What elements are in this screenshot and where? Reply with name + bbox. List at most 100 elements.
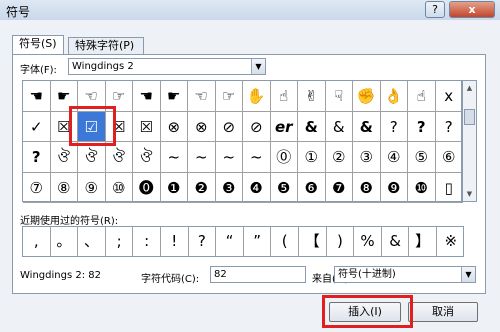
symbol-cell[interactable]: ❿	[408, 172, 436, 203]
symbol-cell[interactable]: ❷	[188, 172, 216, 203]
symbol-cell[interactable]: ⓿	[133, 172, 161, 203]
char-code-input[interactable]: 82	[210, 266, 306, 283]
recent-symbol[interactable]: 。	[51, 227, 79, 256]
recent-symbol[interactable]: (	[271, 227, 299, 256]
highlight-box	[69, 106, 116, 146]
symbol-cell[interactable]: ❽	[353, 172, 381, 203]
dialog-title: 符号	[6, 5, 31, 19]
help-button[interactable]: ?	[425, 1, 445, 18]
symbol-cell[interactable]: ঔ	[78, 142, 106, 173]
symbol-cell[interactable]: ⊗	[160, 111, 188, 142]
symbol-cell[interactable]: ~	[215, 142, 243, 173]
recent-symbol[interactable]: “	[216, 227, 244, 256]
from-value: 符号(十进制)	[338, 269, 396, 280]
symbol-cell[interactable]: ❸	[215, 172, 243, 203]
symbol-cell[interactable]: ①	[298, 142, 326, 173]
symbol-cell[interactable]: ⊘	[243, 111, 271, 142]
recent-symbol[interactable]: :	[133, 227, 161, 256]
symbol-cell[interactable]: ▯	[435, 172, 463, 203]
scroll-thumb[interactable]	[464, 109, 475, 125]
recent-symbol[interactable]: !	[161, 227, 189, 256]
symbol-cell[interactable]: ✊	[353, 81, 381, 112]
symbol-cell[interactable]: ⑤	[408, 142, 436, 173]
symbol-cell[interactable]: ⊘	[215, 111, 243, 142]
symbol-cell[interactable]: ❺	[270, 172, 298, 203]
symbol-cell[interactable]: ?	[23, 142, 51, 173]
symbol-cell[interactable]: ❻	[298, 172, 326, 203]
symbol-cell[interactable]: ☟	[325, 81, 353, 112]
symbol-cell[interactable]: ✓	[23, 111, 51, 142]
symbol-cell[interactable]: 👌	[380, 81, 408, 112]
symbol-cell[interactable]: &	[353, 111, 381, 142]
char-code-value: 82	[214, 269, 227, 280]
symbol-cell[interactable]: ☚	[133, 81, 161, 112]
symbol-cell[interactable]: ⑩	[105, 172, 133, 203]
recent-symbol[interactable]: &	[382, 227, 410, 256]
symbol-cell[interactable]: ④	[380, 142, 408, 173]
close-button[interactable]: x	[449, 1, 495, 18]
char-code-label: 字符代码(C):	[141, 274, 200, 285]
symbol-cell[interactable]: ~	[188, 142, 216, 173]
chevron-down-icon[interactable]: ▼	[251, 59, 265, 74]
chevron-down-icon[interactable]: ▼	[461, 267, 475, 282]
symbol-cell[interactable]: ☝	[270, 81, 298, 112]
symbol-cell[interactable]: ঔ	[50, 142, 78, 173]
recent-symbol[interactable]: ”	[244, 227, 272, 256]
symbol-cell[interactable]: ?	[408, 111, 436, 142]
symbol-cell[interactable]: ❹	[243, 172, 271, 203]
symbol-cell[interactable]: ❶	[160, 172, 188, 203]
symbol-cell[interactable]: ❾	[380, 172, 408, 203]
recent-symbol[interactable]: ,	[23, 227, 51, 256]
symbol-grid-scrollbar[interactable]: ▲ ▼	[462, 80, 477, 202]
symbol-cell[interactable]: ☛	[160, 81, 188, 112]
tab-special-characters[interactable]: 特殊字符(P)	[68, 37, 144, 55]
symbol-cell[interactable]: ⓪	[270, 142, 298, 173]
tab-symbols[interactable]: 符号(S)	[12, 35, 64, 55]
symbol-cell[interactable]: ?	[435, 111, 463, 142]
recent-symbol[interactable]: ;	[106, 227, 134, 256]
symbol-cell[interactable]: ~	[160, 142, 188, 173]
symbol-cell[interactable]: ❼	[325, 172, 353, 203]
symbol-dialog: 符号 ? x 符号(S) 特殊字符(P) 字体(F): Wingdings 2 …	[0, 0, 500, 332]
symbol-cell[interactable]: ✋	[243, 81, 271, 112]
symbol-cell[interactable]: ✌	[298, 81, 326, 112]
recent-symbol[interactable]: ※	[437, 227, 465, 256]
symbol-cell[interactable]: ⑨	[78, 172, 106, 203]
font-value: Wingdings 2	[72, 61, 134, 72]
font-label: 字体(F):	[20, 65, 57, 76]
symbol-name-text: Wingdings 2: 82	[20, 270, 101, 281]
symbol-cell[interactable]: x	[435, 81, 463, 112]
recent-symbol[interactable]: 、	[78, 227, 106, 256]
recent-symbol[interactable]: 【	[299, 227, 327, 256]
scroll-up-arrow-icon[interactable]: ▲	[463, 81, 476, 95]
symbol-cell[interactable]: &	[298, 111, 326, 142]
highlight-box	[322, 295, 413, 328]
cancel-button[interactable]: 取消	[408, 302, 478, 322]
recent-symbols-bar: , 。 、 ; : ! ? “ ” ( 【 ) % & 】 ※	[22, 226, 464, 257]
title-bar: 符号 ? x	[0, 0, 500, 20]
symbol-cell[interactable]: ⑧	[50, 172, 78, 203]
recent-symbol[interactable]: )	[327, 227, 355, 256]
symbol-cell[interactable]: er	[270, 111, 298, 142]
from-dropdown[interactable]: 符号(十进制) ▼	[334, 266, 476, 283]
symbol-cell[interactable]: ⊗	[188, 111, 216, 142]
symbol-cell[interactable]: ⑥	[435, 142, 463, 173]
symbol-cell[interactable]: ?	[380, 111, 408, 142]
recent-symbol[interactable]: 】	[409, 227, 437, 256]
symbol-cell[interactable]: &	[325, 111, 353, 142]
scroll-down-arrow-icon[interactable]: ▼	[463, 187, 476, 201]
symbol-cell[interactable]: ☞	[215, 81, 243, 112]
font-dropdown[interactable]: Wingdings 2 ▼	[68, 58, 266, 75]
recent-symbol[interactable]: %	[354, 227, 382, 256]
symbol-cell[interactable]: ঔ	[105, 142, 133, 173]
symbol-cell[interactable]: ☚	[23, 81, 51, 112]
symbol-cell[interactable]: ☜	[188, 81, 216, 112]
symbol-cell[interactable]: ~	[243, 142, 271, 173]
symbol-cell[interactable]: ঔ	[133, 142, 161, 173]
symbol-cell[interactable]: ☝	[408, 81, 436, 112]
symbol-cell[interactable]: ☒	[133, 111, 161, 142]
symbol-cell[interactable]: ②	[325, 142, 353, 173]
recent-symbol[interactable]: ?	[189, 227, 217, 256]
symbol-cell[interactable]: ⑦	[23, 172, 51, 203]
symbol-cell[interactable]: ③	[353, 142, 381, 173]
